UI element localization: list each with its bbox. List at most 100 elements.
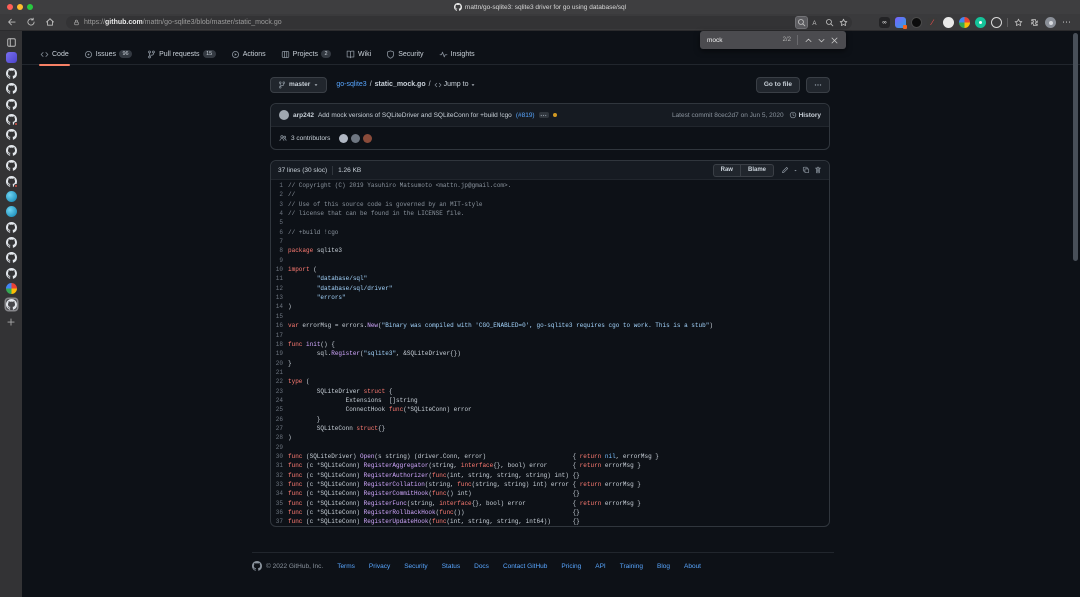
commit-author-avatar[interactable]: [279, 110, 289, 120]
raw-button[interactable]: Raw: [713, 164, 741, 177]
line-number[interactable]: 7: [271, 237, 288, 246]
line-number[interactable]: 18: [271, 340, 288, 349]
blame-button[interactable]: Blame: [741, 164, 774, 177]
line-number[interactable]: 26: [271, 415, 288, 424]
commit-status-pending-icon[interactable]: [553, 113, 557, 117]
edit-file-button[interactable]: [781, 166, 789, 174]
footer-link-blog[interactable]: Blog: [657, 563, 670, 570]
line-number[interactable]: 17: [271, 331, 288, 340]
line-number[interactable]: 3: [271, 200, 288, 209]
extension-dark[interactable]: ∞: [879, 17, 890, 28]
browser-tab-gh[interactable]: [6, 222, 17, 233]
browser-tab-gh-red[interactable]: [6, 176, 17, 187]
footer-link-terms[interactable]: Terms: [337, 563, 355, 570]
commit-description-toggle[interactable]: [539, 112, 549, 118]
line-number[interactable]: 34: [271, 489, 288, 498]
line-number[interactable]: 29: [271, 443, 288, 452]
footer-link-about[interactable]: About: [684, 563, 701, 570]
tab-insights[interactable]: Insights: [434, 44, 480, 65]
back-button[interactable]: [7, 17, 17, 27]
line-number[interactable]: 4: [271, 209, 288, 218]
tab-code[interactable]: Code: [35, 44, 74, 65]
line-number[interactable]: 24: [271, 396, 288, 405]
find-previous-button[interactable]: [804, 36, 813, 45]
profile-avatar[interactable]: [1045, 17, 1056, 28]
history-link[interactable]: History: [789, 111, 821, 119]
browser-tab-gh[interactable]: [6, 268, 17, 279]
browser-tab-purple[interactable]: [6, 52, 17, 63]
browser-tab-gh[interactable]: [6, 83, 17, 94]
footer-link-training[interactable]: Training: [620, 563, 643, 570]
find-bar[interactable]: mock 2/2: [700, 31, 846, 49]
line-number[interactable]: 8: [271, 246, 288, 255]
footer-link-status[interactable]: Status: [442, 563, 460, 570]
extension-green[interactable]: [975, 17, 986, 28]
tab-projects[interactable]: Projects2: [276, 44, 336, 65]
browser-tab-gh[interactable]: [6, 129, 17, 140]
extension-black[interactable]: [911, 17, 922, 28]
browser-tab-gh-red[interactable]: [6, 114, 17, 125]
find-close-button[interactable]: [830, 36, 839, 45]
extension-red[interactable]: ∕: [927, 17, 938, 28]
line-number[interactable]: 23: [271, 387, 288, 396]
browser-menu-icon[interactable]: ⋯: [1061, 17, 1072, 28]
home-button[interactable]: [45, 17, 55, 27]
github-logo[interactable]: [252, 561, 262, 571]
collections-icon[interactable]: [838, 17, 849, 28]
line-number[interactable]: 32: [271, 471, 288, 480]
line-number[interactable]: 27: [271, 424, 288, 433]
contributor-avatar[interactable]: [351, 134, 360, 143]
line-number[interactable]: 13: [271, 293, 288, 302]
line-number[interactable]: 36: [271, 508, 288, 517]
tab-security[interactable]: Security: [381, 44, 428, 65]
address-bar[interactable]: https://github.com/mattn/go-sqlite3/blob…: [66, 16, 852, 29]
line-number[interactable]: 15: [271, 312, 288, 321]
find-in-page-icon[interactable]: [796, 17, 807, 28]
browser-tab-go[interactable]: [6, 206, 17, 217]
contributors-link[interactable]: 3 contributors: [291, 135, 330, 142]
extension-colorful[interactable]: [895, 17, 906, 28]
browser-tab-gh[interactable]: [6, 237, 17, 248]
footer-link-security[interactable]: Security: [404, 563, 427, 570]
magnifier-icon[interactable]: [824, 17, 835, 28]
scrollbar-thumb[interactable]: [1073, 33, 1078, 261]
line-number[interactable]: 28: [271, 433, 288, 442]
file-options-kebab-button[interactable]: [806, 77, 830, 93]
line-number[interactable]: 5: [271, 218, 288, 227]
line-number[interactable]: 2: [271, 190, 288, 199]
line-number[interactable]: 30: [271, 452, 288, 461]
commit-pr-link[interactable]: (#819): [516, 112, 535, 119]
line-number[interactable]: 20: [271, 359, 288, 368]
browser-tab-gh[interactable]: [6, 252, 17, 263]
browser-tab-gh[interactable]: [6, 145, 17, 156]
copy-icon[interactable]: [802, 166, 810, 174]
line-number[interactable]: 25: [271, 405, 288, 414]
go-to-file-button[interactable]: Go to file: [756, 77, 800, 93]
line-number[interactable]: 6: [271, 228, 288, 237]
line-number[interactable]: 33: [271, 480, 288, 489]
refresh-button[interactable]: [26, 17, 36, 27]
line-number[interactable]: 10: [271, 265, 288, 274]
line-number[interactable]: 1: [271, 181, 288, 190]
extension-white[interactable]: [943, 17, 954, 28]
favorite-star-icon[interactable]: [1013, 17, 1024, 28]
tab-issues[interactable]: Issues96: [79, 44, 137, 65]
browser-tab-gh[interactable]: [6, 99, 17, 110]
footer-link-contact-github[interactable]: Contact GitHub: [503, 563, 547, 570]
line-number[interactable]: 19: [271, 349, 288, 358]
footer-link-privacy[interactable]: Privacy: [369, 563, 390, 570]
tab-actions[interactable]: Actions: [226, 44, 271, 65]
read-aloud-icon[interactable]: A: [810, 17, 821, 28]
line-number[interactable]: 16: [271, 321, 288, 330]
browser-tab-gh-active[interactable]: [6, 299, 17, 310]
breadcrumb-repo-link[interactable]: go-sqlite3: [336, 81, 366, 88]
footer-link-api[interactable]: API: [595, 563, 605, 570]
line-number[interactable]: 9: [271, 256, 288, 265]
line-number[interactable]: 21: [271, 368, 288, 377]
line-number[interactable]: 12: [271, 284, 288, 293]
line-number[interactable]: 22: [271, 377, 288, 386]
line-number[interactable]: 37: [271, 517, 288, 526]
edit-dropdown-caret[interactable]: [793, 168, 798, 173]
jump-to-dropdown[interactable]: Jump to: [434, 81, 477, 89]
extensions-menu-icon[interactable]: [1029, 17, 1040, 28]
